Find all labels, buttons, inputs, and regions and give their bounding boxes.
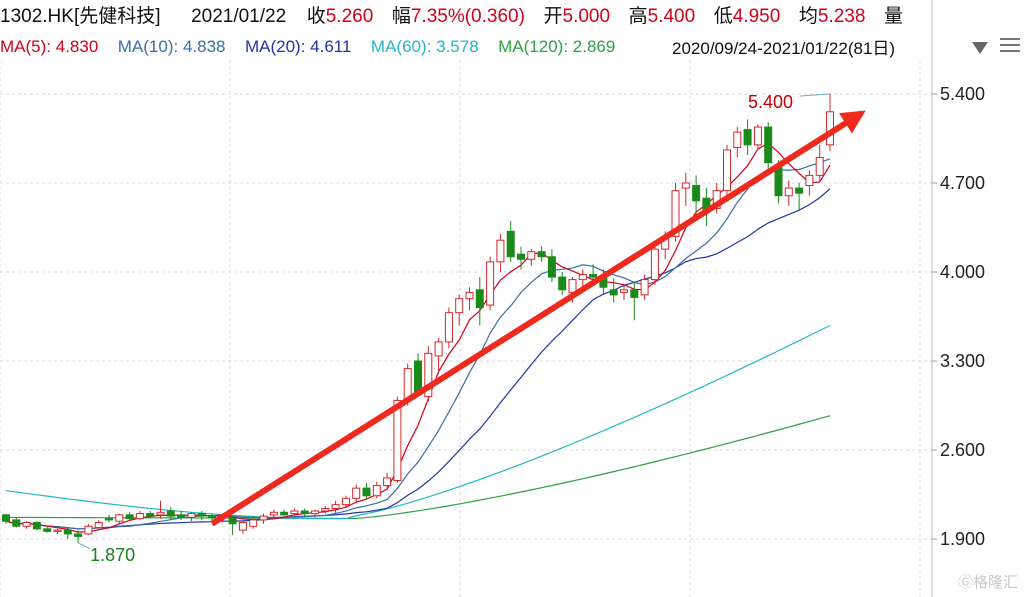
candle-body xyxy=(74,533,83,537)
watermark-logo: Ⓖ格隆汇 xyxy=(958,574,1019,591)
candle-body xyxy=(84,525,93,535)
y-tick-label: 2.600 xyxy=(940,440,985,460)
candle-body xyxy=(53,529,62,532)
candle-body xyxy=(197,513,206,517)
candle-body xyxy=(568,279,577,293)
min-leader-line xyxy=(77,542,91,550)
y-tick-label: 1.900 xyxy=(940,529,985,549)
candle-body xyxy=(259,515,268,521)
candle-body xyxy=(547,256,556,278)
candle-body xyxy=(743,129,752,146)
candle-body xyxy=(383,477,392,487)
candle-body xyxy=(146,513,155,517)
trend-arrow xyxy=(210,110,866,527)
candle-body xyxy=(774,167,783,197)
y-tick-label: 3.300 xyxy=(940,351,985,371)
candle-body xyxy=(280,511,289,516)
candle-body xyxy=(290,510,299,515)
price-chart: 5.400 4.700 4.000 3.300 2.600 1.900 5.400 1.8… xyxy=(0,0,985,597)
candle-body xyxy=(238,521,247,531)
candle-body xyxy=(640,279,649,296)
candle-body xyxy=(527,251,536,260)
candle-body xyxy=(269,511,278,516)
candle-body xyxy=(496,239,505,263)
candle-body xyxy=(125,514,134,520)
candle-body xyxy=(393,399,402,482)
candles xyxy=(2,94,834,543)
max-price-label: 5.400 xyxy=(748,92,793,112)
candle-body xyxy=(465,291,474,300)
candle-body xyxy=(444,312,453,343)
candle-body xyxy=(589,274,598,278)
candle-body xyxy=(795,187,804,194)
y-tick-label: 4.000 xyxy=(940,262,985,282)
candle-body xyxy=(681,182,690,189)
candle-body xyxy=(434,341,443,357)
candle-body xyxy=(537,251,546,258)
candle-body xyxy=(177,514,186,518)
ma120-line xyxy=(5,415,831,520)
candle-body xyxy=(578,274,587,281)
candle-body xyxy=(63,529,72,535)
candle-body xyxy=(609,289,618,296)
candle-body xyxy=(362,487,371,497)
candle-body xyxy=(372,485,381,497)
candle-body xyxy=(2,514,10,522)
candle-body xyxy=(815,157,824,176)
candle-body xyxy=(228,518,237,525)
candle-body xyxy=(764,126,773,164)
candle-body xyxy=(753,126,762,146)
candle-body xyxy=(630,289,639,298)
candle-body xyxy=(517,253,525,260)
candle-body xyxy=(650,248,659,281)
candle-body xyxy=(341,497,350,506)
candle-body xyxy=(156,511,165,516)
y-tick-label: 5.400 xyxy=(940,84,985,104)
candle-body xyxy=(43,528,52,532)
candle-body xyxy=(22,521,31,527)
candle-body xyxy=(331,504,340,509)
candle-body xyxy=(135,513,144,520)
y-axis: 5.400 4.700 4.000 3.300 2.600 1.900 xyxy=(932,84,985,549)
candle-body xyxy=(455,298,464,314)
candle-body xyxy=(321,507,330,512)
candle-body xyxy=(805,174,814,187)
candle-body xyxy=(311,510,319,515)
candle-body xyxy=(692,185,701,202)
candle-body xyxy=(620,289,628,293)
candle-body xyxy=(12,519,21,527)
min-price-label: 1.870 xyxy=(90,545,135,565)
candle-body xyxy=(784,187,793,197)
candle-body xyxy=(475,289,484,309)
candle-body xyxy=(94,521,103,529)
candle-body xyxy=(300,510,309,515)
candle-body xyxy=(105,518,113,521)
candle-body xyxy=(32,521,41,530)
candle-body xyxy=(115,514,124,522)
candle-body xyxy=(352,487,361,499)
candle-body xyxy=(486,261,495,306)
candle-body xyxy=(166,510,175,517)
candle-body xyxy=(208,515,216,518)
candle-body xyxy=(723,149,731,192)
candle-body xyxy=(187,513,196,518)
candle-body xyxy=(249,519,258,527)
candle-body xyxy=(733,131,742,148)
y-tick-label: 4.700 xyxy=(940,173,985,193)
candle-body xyxy=(506,230,515,258)
candle-body xyxy=(558,276,567,291)
